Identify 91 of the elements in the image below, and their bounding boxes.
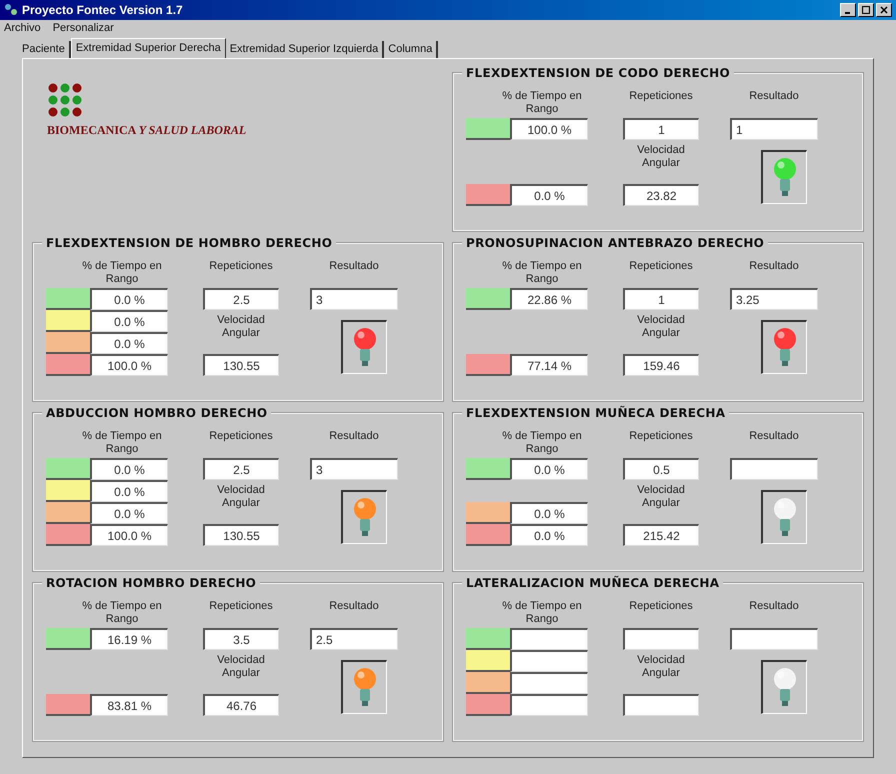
value-field[interactable]: 77.14 % — [510, 354, 588, 376]
value-field[interactable]: 1 — [623, 118, 699, 140]
value-field[interactable]: 159.46 — [623, 354, 699, 376]
value-field[interactable]: 130.55 — [203, 524, 279, 546]
window-title: Proyecto Fontec Version 1.7 — [22, 2, 183, 19]
close-button[interactable] — [876, 3, 892, 17]
value-field[interactable]: 3.25 — [730, 288, 818, 310]
value-field[interactable] — [623, 694, 699, 716]
value-field[interactable]: 2.5 — [203, 288, 279, 310]
column-label: Resultado — [329, 260, 379, 274]
value-field[interactable]: 83.81 % — [90, 694, 168, 716]
value-field[interactable] — [510, 694, 588, 716]
bulb-icon — [352, 666, 378, 708]
column-label: % de Tiempo en Rango — [502, 260, 582, 287]
column-label: Repeticiones — [629, 90, 693, 104]
value-field[interactable]: 100.0 % — [90, 354, 168, 376]
value-field[interactable]: 16.19 % — [90, 628, 168, 650]
column-label: Repeticiones — [209, 430, 273, 444]
column-label: Resultado — [749, 600, 799, 614]
value-field[interactable]: 2.5 — [203, 458, 279, 480]
value-field[interactable]: 3 — [310, 458, 398, 480]
value-field[interactable]: 100.0 % — [510, 118, 588, 140]
value-field[interactable]: 2.5 — [310, 628, 398, 650]
column-label: Resultado — [329, 430, 379, 444]
bulb-icon — [772, 326, 798, 368]
value-field[interactable]: 0.0 % — [90, 480, 168, 502]
value-field[interactable] — [623, 628, 699, 650]
column-label: Velocidad Angular — [636, 143, 686, 171]
tab[interactable]: Extremidad Superior Izquierda — [226, 41, 384, 58]
column-label: % de Tiempo en Rango — [82, 430, 162, 457]
value-field[interactable]: 23.82 — [623, 184, 699, 206]
value-field[interactable]: 0.0 % — [510, 458, 588, 480]
column-label: Velocidad Angular — [636, 483, 686, 511]
tab[interactable]: Columna — [384, 41, 438, 58]
column-label: % de Tiempo en Rango — [82, 260, 162, 287]
maximize-button[interactable] — [858, 3, 874, 17]
value-field[interactable]: 3 — [310, 288, 398, 310]
close-icon — [880, 6, 888, 14]
column-label: Resultado — [749, 90, 799, 104]
column-label: Repeticiones — [209, 600, 273, 614]
value-field[interactable]: 130.55 — [203, 354, 279, 376]
column-label: Resultado — [329, 600, 379, 614]
column-label: % de Tiempo en Rango — [82, 600, 162, 627]
logo-icon — [47, 83, 83, 117]
value-field[interactable]: 0.0 % — [90, 332, 168, 354]
value-field[interactable]: 1 — [623, 288, 699, 310]
logo-text: BIOMECANICA Y SALUD LABORAL — [47, 122, 248, 139]
value-field[interactable]: 100.0 % — [90, 524, 168, 546]
column-label: Velocidad Angular — [216, 483, 266, 511]
value-field[interactable]: 22.86 % — [510, 288, 588, 310]
bulb-icon — [772, 496, 798, 538]
menu-item[interactable]: Archivo — [4, 20, 41, 36]
value-field[interactable]: 1 — [730, 118, 818, 140]
value-field[interactable]: 0.0 % — [90, 458, 168, 480]
value-field[interactable]: 0.0 % — [510, 502, 588, 524]
value-field[interactable]: 0.5 — [623, 458, 699, 480]
column-label: Repeticiones — [209, 260, 273, 274]
value-field[interactable]: 0.0 % — [510, 184, 588, 206]
value-field[interactable]: 0.0 % — [90, 502, 168, 524]
value-field[interactable] — [510, 672, 588, 694]
value-field[interactable]: 0.0 % — [510, 524, 588, 546]
column-label: Velocidad Angular — [636, 653, 686, 681]
value-field[interactable]: 0.0 % — [90, 310, 168, 332]
column-label: Resultado — [749, 430, 799, 444]
value-field[interactable]: 215.42 — [623, 524, 699, 546]
value-field[interactable] — [730, 458, 818, 480]
column-label: Velocidad Angular — [216, 653, 266, 681]
value-field[interactable]: 3.5 — [203, 628, 279, 650]
bulb-icon — [772, 666, 798, 708]
column-label: % de Tiempo en Rango — [502, 90, 582, 117]
minimize-button[interactable] — [840, 3, 856, 17]
value-field[interactable] — [510, 628, 588, 650]
column-label: % de Tiempo en Rango — [502, 600, 582, 627]
value-field[interactable] — [510, 650, 588, 672]
value-field[interactable] — [730, 628, 818, 650]
column-label: Repeticiones — [629, 600, 693, 614]
bulb-icon — [772, 156, 798, 198]
maximize-icon — [862, 6, 870, 14]
column-label: Velocidad Angular — [216, 313, 266, 341]
column-label: Repeticiones — [629, 260, 693, 274]
bulb-icon — [352, 496, 378, 538]
column-label: % de Tiempo en Rango — [502, 430, 582, 457]
value-field[interactable]: 0.0 % — [90, 288, 168, 310]
app-icon — [4, 3, 18, 17]
value-field[interactable]: 46.76 — [203, 694, 279, 716]
column-label: Velocidad Angular — [636, 313, 686, 341]
column-label: Repeticiones — [629, 430, 693, 444]
tab[interactable]: Extremidad Superior Derecha — [70, 38, 226, 58]
column-label: Resultado — [749, 260, 799, 274]
bulb-icon — [352, 326, 378, 368]
menu-item[interactable]: Personalizar — [52, 20, 114, 36]
